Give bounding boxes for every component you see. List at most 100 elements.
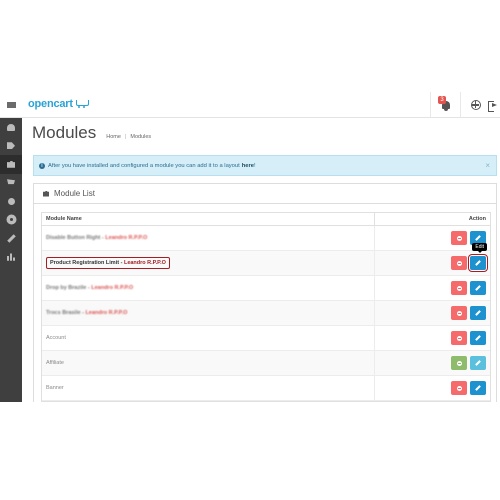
edit-button[interactable] (470, 356, 486, 370)
sidebar-item-reports[interactable] (0, 248, 22, 267)
logo-text: opencart (28, 98, 73, 110)
edit-button[interactable] (470, 281, 486, 295)
edit-button[interactable] (470, 381, 486, 395)
pencil-icon (475, 385, 481, 391)
logout-button[interactable] (486, 92, 500, 118)
pencil-icon (475, 235, 481, 241)
dashboard-icon (7, 123, 15, 131)
uninstall-button[interactable] (451, 256, 467, 270)
sidebar-item-tools[interactable] (0, 229, 22, 248)
alert-count-badge: 3 (438, 96, 446, 104)
uninstall-button[interactable] (451, 231, 467, 245)
table-row: Product Registration Limit - Leandro R.P… (42, 243, 490, 276)
edit-tooltip: Edit (472, 243, 487, 253)
module-name-cell: Trocs Brasile - Leandro R.P.P.O (42, 301, 375, 325)
alert-text: After you have installed and configured … (48, 162, 240, 169)
pencil-icon (475, 260, 481, 266)
info-alert: i After you have installed and configure… (33, 155, 497, 176)
table-header: Module Name Action (42, 213, 490, 226)
module-name: Drop by Brazile - Leandro R.P.P.O (46, 285, 134, 291)
close-icon[interactable]: × (485, 161, 490, 170)
puzzle-icon (7, 160, 15, 168)
uninstall-button[interactable] (451, 381, 467, 395)
module-name: Banner (46, 385, 64, 391)
breadcrumb-separator: | (124, 134, 127, 140)
minus-circle-icon (456, 260, 462, 266)
alert-suffix: ! (254, 162, 256, 169)
plus-circle-icon (456, 360, 462, 366)
module-name: Disable Button Right - Leandro R.P.P.O (46, 235, 148, 241)
opencart-logo[interactable]: opencart (28, 98, 89, 110)
module-name-cell: Disable Button Right - Leandro R.P.P.O (42, 226, 375, 250)
edit-button[interactable] (468, 254, 488, 272)
module-name-highlighted: Product Registration Limit - Leandro R.P… (46, 257, 170, 269)
minus-circle-icon (456, 285, 462, 291)
pencil-icon (475, 285, 481, 291)
table-row: Affiliate (42, 351, 490, 376)
module-name: Trocs Brasile - Leandro R.P.P.O (46, 310, 128, 316)
pencil-icon (475, 335, 481, 341)
column-header-action: Action (468, 216, 486, 222)
module-name-cell: Account (42, 326, 375, 350)
sidebar-item-sales[interactable] (0, 174, 22, 193)
row-actions (375, 351, 490, 375)
alert-layout-link[interactable]: here (242, 163, 254, 169)
sidebar-item-catalog[interactable] (0, 137, 22, 156)
menu-toggle-button[interactable] (0, 92, 22, 118)
sidebar-item-marketing[interactable] (0, 192, 22, 211)
uninstall-button[interactable] (451, 281, 467, 295)
table-row: Drop by Brazile - Leandro R.P.P.O (42, 276, 490, 301)
tags-icon (7, 142, 15, 150)
puzzle-icon (43, 190, 49, 197)
wrench-icon (6, 234, 16, 243)
module-name: Account (46, 335, 66, 341)
cart-icon (7, 179, 15, 185)
install-button[interactable] (451, 356, 467, 370)
panel-title: Module List (54, 189, 95, 198)
table-row: Account (42, 326, 490, 351)
panel-heading: Module List (34, 184, 496, 204)
table-row: Disable Button Right - Leandro R.P.P.O (42, 226, 490, 251)
pencil-icon (475, 310, 481, 316)
sidebar (0, 118, 22, 402)
sidebar-item-dashboard[interactable] (0, 118, 22, 137)
menu-icon (6, 102, 16, 108)
column-header-module-name: Module Name (42, 213, 375, 225)
edit-button[interactable] (470, 331, 486, 345)
pencil-icon (475, 360, 481, 366)
breadcrumb: Home | Modules (106, 134, 151, 140)
cog-icon (7, 216, 15, 224)
cart-logo-icon (75, 99, 89, 109)
uninstall-button[interactable] (451, 331, 467, 345)
sign-out-icon (488, 100, 498, 112)
module-list-panel: Module List Module Name Action Disable B… (33, 183, 497, 402)
module-name-cell: Affiliate (42, 351, 375, 375)
breadcrumb-modules-link[interactable]: Modules (130, 134, 151, 140)
minus-circle-icon (456, 310, 462, 316)
row-actions (375, 301, 490, 325)
sidebar-item-extensions[interactable] (0, 155, 22, 174)
bar-chart-icon (6, 253, 16, 261)
top-header: opencart 3 (0, 92, 500, 118)
edit-button[interactable] (470, 306, 486, 320)
share-icon (7, 197, 15, 205)
info-circle-icon: i (39, 162, 45, 169)
page-title: Modules (32, 123, 97, 142)
module-name-cell: Drop by Brazile - Leandro R.P.P.O (42, 276, 375, 300)
row-actions (375, 276, 490, 300)
row-actions (375, 376, 490, 400)
sidebar-item-system[interactable] (0, 211, 22, 230)
breadcrumb-home-link[interactable]: Home (106, 134, 121, 140)
main-content: Modules Home | Modules i After you have … (22, 118, 500, 402)
alerts-button[interactable]: 3 (430, 92, 460, 118)
module-table: Module Name Action Disable Button Right … (41, 212, 491, 402)
globe-icon (470, 100, 481, 110)
page-header: Modules Home | Modules (32, 123, 151, 143)
minus-circle-icon (456, 385, 462, 391)
module-name: Affiliate (46, 360, 64, 366)
minus-circle-icon (456, 235, 462, 241)
table-row: Banner (42, 376, 490, 401)
minus-circle-icon (456, 335, 462, 341)
uninstall-button[interactable] (451, 306, 467, 320)
module-name-cell: Banner (42, 376, 375, 400)
